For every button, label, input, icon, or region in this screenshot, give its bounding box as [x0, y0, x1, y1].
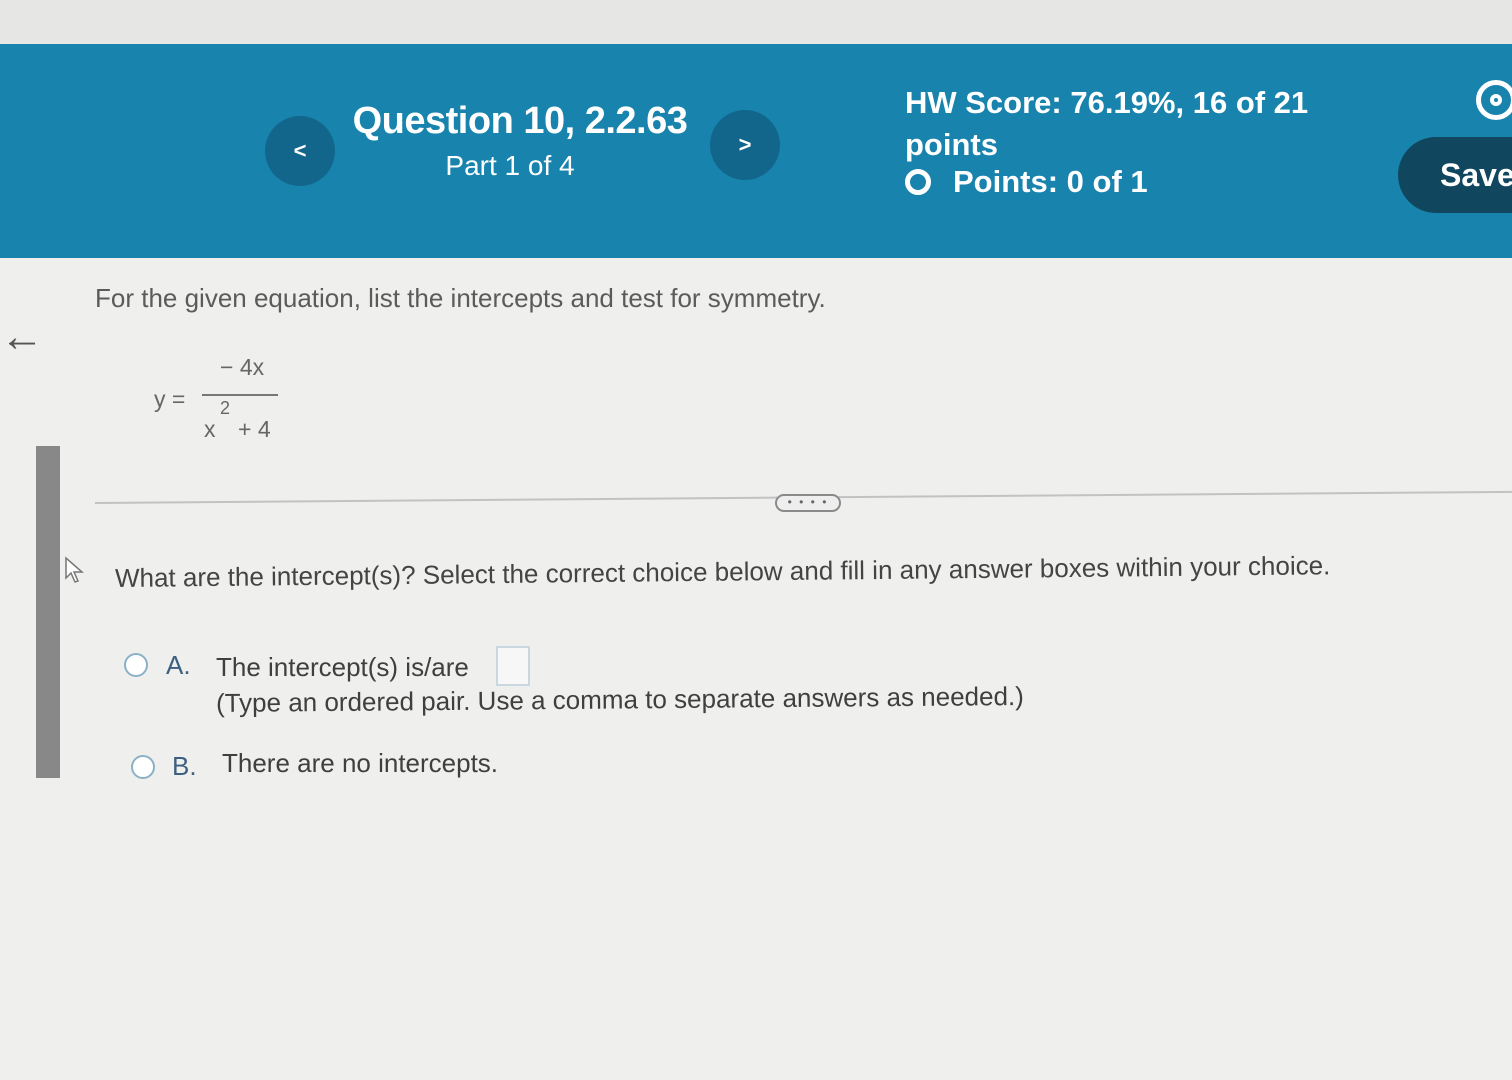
option-b-text: There are no intercepts.: [222, 748, 499, 778]
chevron-left-icon: <: [293, 138, 307, 163]
mouse-pointer-icon: [65, 556, 84, 583]
intercepts-answer-box[interactable]: [496, 646, 530, 686]
equation: y = − 4x x 2 + 4: [150, 354, 300, 454]
browser-top-strip: [0, 0, 1512, 48]
save-button[interactable]: Save: [1398, 137, 1512, 213]
fraction-bar: [202, 394, 278, 396]
back-arrow-icon[interactable]: ←: [0, 312, 44, 362]
points-text: Points: 0 of 1: [953, 164, 1148, 199]
option-a-radio[interactable]: [124, 653, 148, 677]
question-part: Part 1 of 4: [445, 150, 575, 181]
chevron-right-icon: >: [738, 132, 752, 157]
next-question-button[interactable]: >: [710, 110, 780, 180]
hw-score: HW Score: 76.19%, 16 of 21 points: [905, 82, 1325, 166]
equation-lhs: y =: [154, 386, 186, 412]
points-status: Points: 0 of 1: [905, 164, 1148, 200]
option-a-letter: A.: [166, 650, 191, 680]
progress-ring-icon: [905, 169, 931, 195]
equation-denominator-exponent: 2: [220, 398, 231, 418]
option-b-letter: B.: [172, 751, 197, 781]
question-title: Question 10, 2.2.63: [352, 100, 688, 142]
equation-denominator-base: x: [204, 416, 216, 442]
previous-question-button[interactable]: <: [265, 116, 335, 186]
gear-icon[interactable]: [1476, 80, 1512, 120]
sidebar-scroll-handle[interactable]: [36, 446, 60, 778]
equation-denominator-rest: + 4: [238, 416, 271, 442]
hw-score-line2: points: [905, 127, 998, 162]
problem-prompt: For the given equation, list the interce…: [95, 283, 826, 313]
expand-more-button[interactable]: • • • •: [775, 494, 841, 512]
option-b-radio[interactable]: [131, 755, 155, 779]
equation-numerator: − 4x: [220, 354, 265, 380]
option-a-text: The intercept(s) is/are: [216, 652, 469, 682]
hw-score-line1: HW Score: 76.19%, 16 of 21: [905, 85, 1309, 120]
